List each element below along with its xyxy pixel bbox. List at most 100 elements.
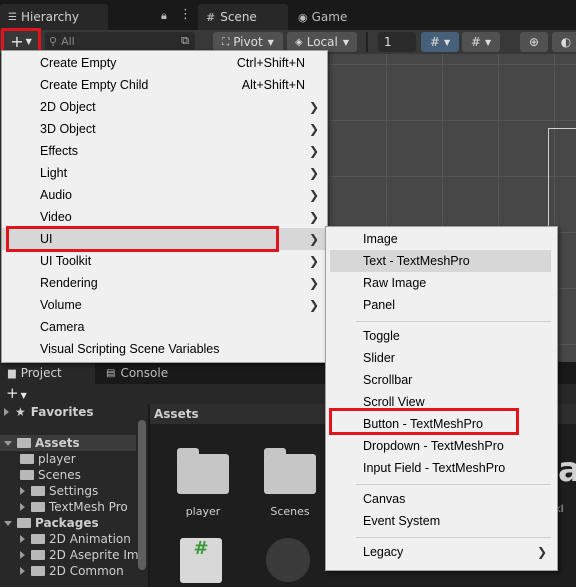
local-label: Local [306,35,338,49]
scene-file-icon[interactable] [266,538,310,582]
menu-item-label: Camera [40,320,85,334]
folder-icon [31,534,45,544]
tree-item[interactable]: 2D Common [20,563,124,579]
tree-item-label: player [38,452,76,466]
tree-item-label: 2D Aseprite Imp [49,548,147,562]
scene-tab-label: Scene [220,10,257,24]
ui-submenu: Image Text - TextMeshPro Raw Image Panel… [325,226,558,571]
tree-item[interactable]: TextMesh Pro [20,499,128,515]
submenu-item-scrollbar[interactable]: Scrollbar [326,369,557,391]
submenu-item-slider[interactable]: Slider [326,347,557,369]
menu-item-label: Visual Scripting Scene Variables [40,342,220,356]
gizmo-button[interactable]: ⊕ [520,32,548,52]
folder-icon[interactable] [264,448,316,494]
project-add-button[interactable]: + ▼ [6,384,27,402]
tree-item-label: Scenes [38,468,81,482]
grid-toggle-button[interactable]: # ▼ [421,32,459,52]
folder-icon [17,438,31,448]
menu-item-3d-object[interactable]: 3D Object ❯ [2,118,327,140]
submenu-item-raw-image[interactable]: Raw Image [326,272,557,294]
hierarchy-tab-label: Hierarchy [20,10,79,24]
game-tab[interactable]: ◉ Game [290,4,370,30]
tree-item[interactable]: Scenes [20,467,81,483]
menu-item-2d-object[interactable]: 2D Object ❯ [2,96,327,118]
menu-item-volume[interactable]: Volume ❯ [2,294,327,316]
chevron-right-icon: ❯ [308,276,319,290]
folder-icon [31,550,45,560]
menu-item-label: UI Toolkit [40,254,92,268]
chevron-right-icon: ❯ [536,545,547,559]
submenu-item-input-field-textmeshpro[interactable]: Input Field - TextMeshPro [326,457,557,479]
grid-snap-value: 1 [384,35,392,49]
tree-item[interactable]: Settings [20,483,98,499]
submenu-item-dropdown-textmeshpro[interactable]: Dropdown - TextMeshPro [326,435,557,457]
lock-icon[interactable]: 🔒︎ [161,9,167,23]
menu-item-label: Panel [363,298,395,312]
menu-item-label: Dropdown - TextMeshPro [363,439,504,453]
folder-icon[interactable] [177,448,229,494]
chevron-right-icon: ❯ [308,254,319,268]
console-tab-label: Console [120,366,169,380]
grid-snap-input[interactable]: 1 [378,32,416,52]
submenu-item-text-textmeshpro[interactable]: Text - TextMeshPro [330,250,551,272]
tree-item-label: 2D Animation [49,532,131,546]
submenu-item-panel[interactable]: Panel [326,294,557,316]
menu-item-label: Volume [40,298,82,312]
search-options-icon[interactable]: ⧉ [181,34,189,48]
submenu-item-event-system[interactable]: Event System [326,510,557,532]
menu-item-label: 3D Object [40,122,96,136]
menu-item-light[interactable]: Light ❯ [2,162,327,184]
submenu-item-legacy[interactable]: Legacy ❯ [326,541,557,563]
menu-item-effects[interactable]: Effects ❯ [2,140,327,162]
packages-label: Packages [35,516,99,530]
chevron-down-icon: ▼ [443,37,451,47]
search-placeholder: All [61,34,75,48]
assets-label: Assets [35,436,80,450]
submenu-item-toggle[interactable]: Toggle [326,325,557,347]
menu-item-rendering[interactable]: Rendering ❯ [2,272,327,294]
project-tree: ★ Favorites Assets player Scenes Setting… [0,404,148,587]
menu-item-label: Rendering [40,276,98,290]
submenu-item-image[interactable]: Image [326,228,557,250]
menu-item-create-empty[interactable]: Create Empty Ctrl+Shift+N [2,52,327,74]
assets-row[interactable]: Assets [0,435,136,451]
menu-item-label: Text - TextMeshPro [363,254,470,268]
globe-icon: ⊕ [528,35,540,49]
tree-item[interactable]: 2D Aseprite Imp [20,547,146,563]
submenu-item-canvas[interactable]: Canvas [326,488,557,510]
menu-item-create-empty-child[interactable]: Create Empty Child Alt+Shift+N [2,74,327,96]
snap-button[interactable]: # ▼ [462,32,500,52]
favorites-row[interactable]: ★ Favorites [4,404,93,420]
view-options-button[interactable]: ◐ [552,32,576,52]
folder-icon: ▆ [8,367,16,379]
toolbar-divider [366,32,368,52]
console-tab[interactable]: ▤ Console [98,362,193,384]
tree-item[interactable]: player [20,451,76,467]
local-dropdown[interactable]: ◈ Local ▼ [287,32,357,52]
project-tab[interactable]: ▆ Project [0,362,95,384]
chevron-down-icon: ▼ [20,391,27,400]
more-options-icon[interactable]: ⋮ [179,7,192,22]
packages-row[interactable]: Packages [4,515,99,531]
hierarchy-tab[interactable]: ☰ Hierarchy [0,4,108,30]
menu-item-label: Event System [363,514,441,528]
menu-item-label: Scrollbar [363,373,413,387]
menu-item-audio[interactable]: Audio ❯ [2,184,327,206]
script-file-icon[interactable]: # [180,538,222,583]
chevron-right-icon: ❯ [308,298,319,312]
breadcrumb-assets[interactable]: Assets [154,407,199,421]
menu-item-visual-scripting-scene-variables[interactable]: Visual Scripting Scene Variables [2,338,327,360]
search-input[interactable]: ⚲ All ⧉ [45,32,195,50]
menu-item-ui-toolkit[interactable]: UI Toolkit ❯ [2,250,327,272]
star-icon: ★ [15,405,26,419]
menu-item-shortcut: Alt+Shift+N [241,78,305,92]
pivot-dropdown[interactable]: ⛶ Pivot ▼ [213,32,283,52]
tree-item[interactable]: 2D Animation [20,531,131,547]
menu-item-label: Video [40,210,72,224]
chevron-right-icon: ❯ [308,100,319,114]
pivot-label: Pivot [233,35,263,49]
tree-scrollbar[interactable] [138,420,146,570]
menu-item-camera[interactable]: Camera [2,316,327,338]
scene-tab[interactable]: # Scene [198,4,288,30]
menu-item-video[interactable]: Video ❯ [2,206,327,228]
